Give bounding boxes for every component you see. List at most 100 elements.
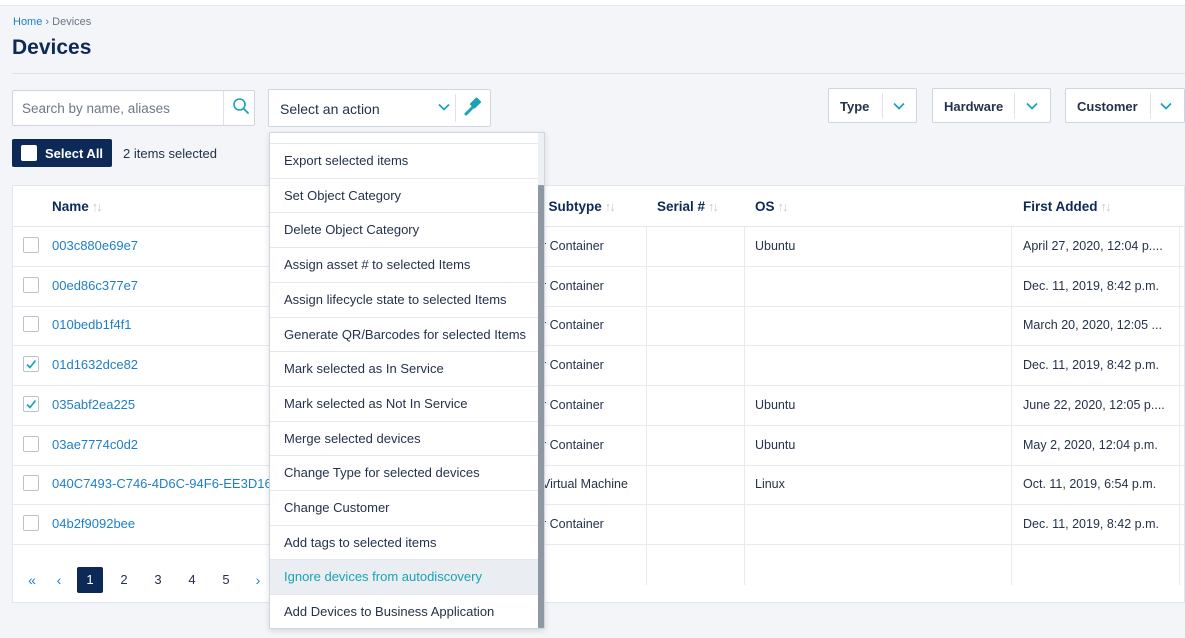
- page-button-1[interactable]: 1: [77, 567, 103, 593]
- action-menu-item[interactable]: Mark selected as Not In Service: [270, 385, 538, 421]
- row-checkbox[interactable]: [23, 395, 39, 412]
- search-box: [12, 90, 255, 126]
- column-header-subtype[interactable]: l Subtype ↑↓: [541, 199, 616, 214]
- filter-type-label: Type: [840, 99, 870, 114]
- action-select-label: Select an action: [280, 101, 380, 117]
- cell-first-added: March 20, 2020, 12:05 ...: [1023, 318, 1162, 333]
- table-row[interactable]: 040C7493-C746-4D6C-94F6-EE3D16 Virtual Ma…: [13, 465, 1184, 506]
- action-menu: Export selected items Set Object Category…: [269, 132, 545, 629]
- table-row[interactable]: 010bedb1f4f1 r Container March 20, 2020, 1…: [13, 306, 1184, 347]
- action-menu-item[interactable]: Assign lifecycle state to selected Items: [270, 281, 538, 317]
- action-menu-item[interactable]: Add Devices to Business Application: [270, 594, 538, 628]
- cell-first-added: Oct. 11, 2019, 6:54 p.m.: [1023, 477, 1157, 492]
- table-row[interactable]: 035abf2ea225 r Container Ubuntu June 22, 20…: [13, 386, 1184, 426]
- filter-separator: [1150, 93, 1151, 118]
- sort-icon[interactable]: ↑↓: [92, 199, 103, 214]
- column-divider: [1011, 227, 1012, 585]
- device-name-link[interactable]: 00ed86c377e7: [52, 278, 274, 293]
- search-icon[interactable]: [232, 97, 250, 115]
- action-menu-item[interactable]: Delete Object Category: [270, 212, 538, 247]
- gavel-icon[interactable]: [462, 96, 484, 118]
- device-name-link[interactable]: 035abf2ea225: [52, 397, 274, 412]
- filter-hardware[interactable]: Hardware: [932, 88, 1051, 123]
- row-checkbox[interactable]: [23, 514, 39, 531]
- search-input[interactable]: [13, 91, 223, 125]
- first-page-button[interactable]: «: [19, 567, 45, 593]
- action-menu-item[interactable]: Merge selected devices: [270, 420, 538, 456]
- table-row[interactable]: 03ae7774c0d2 r Container Ubuntu May 2, 2020…: [13, 426, 1184, 466]
- filter-type[interactable]: Type: [828, 88, 917, 123]
- column-divider: [1179, 227, 1180, 585]
- chevron-down-icon: [893, 102, 905, 110]
- action-menu-item[interactable]: Ignore devices from autodiscovery: [270, 559, 538, 595]
- breadcrumb-home-link[interactable]: Home: [13, 16, 42, 28]
- device-name-link[interactable]: 01d1632dce82: [52, 357, 274, 372]
- devices-table: Name ↑↓ l Subtype ↑↓ Serial # ↑↓ OS ↑↓ First…: [12, 185, 1185, 603]
- filter-separator: [882, 93, 883, 118]
- cell-first-added: Dec. 11, 2019, 8:42 p.m.: [1023, 278, 1159, 293]
- page-button-4[interactable]: 4: [179, 567, 205, 593]
- action-menu-item[interactable]: Add tags to selected items: [270, 524, 538, 560]
- sort-icon[interactable]: ↑↓: [778, 199, 789, 214]
- row-checkbox[interactable]: [23, 435, 39, 452]
- select-all-label: Select All: [45, 146, 104, 161]
- sort-icon[interactable]: ↑↓: [1101, 199, 1112, 214]
- action-menu-item[interactable]: Change Customer: [270, 490, 538, 525]
- action-separator: [455, 94, 456, 122]
- table-row[interactable]: 04b2f9092bee r Container Dec. 11, 2019, 8:…: [13, 505, 1184, 545]
- action-menu-item[interactable]: Set Object Category: [270, 177, 538, 213]
- row-checkbox[interactable]: [23, 356, 39, 373]
- table-row[interactable]: 00ed86c377e7 r Container Dec. 11, 2019, 8:…: [13, 267, 1184, 307]
- cell-first-added: Dec. 11, 2019, 8:42 p.m.: [1023, 358, 1159, 373]
- action-select[interactable]: Select an action: [268, 89, 491, 127]
- column-header-name[interactable]: Name ↑↓: [52, 199, 103, 214]
- cell-os: Linux: [755, 477, 785, 492]
- pagination: « ‹ 1 2 3 4 5 ›: [13, 556, 313, 596]
- action-menu-item[interactable]: Export selected items: [270, 143, 538, 178]
- action-menu-item[interactable]: Generate QR/Barcodes for selected Items: [270, 316, 538, 352]
- device-name-link[interactable]: 04b2f9092bee: [52, 516, 274, 531]
- breadcrumb-separator: ›: [45, 16, 50, 28]
- cell-os: Ubuntu: [755, 239, 796, 253]
- row-checkbox[interactable]: [23, 316, 39, 333]
- sort-icon[interactable]: ↑↓: [708, 199, 719, 214]
- menu-scrollbar-thumb[interactable]: [538, 185, 544, 628]
- select-all-button[interactable]: Select All: [12, 139, 112, 167]
- title-divider: [12, 73, 1185, 74]
- column-header-os[interactable]: OS ↑↓: [755, 199, 789, 214]
- table-row[interactable]: 01d1632dce82 r Container Dec. 11, 2019, 8:…: [13, 346, 1184, 387]
- page-button-5[interactable]: 5: [213, 567, 239, 593]
- column-divider: [646, 227, 647, 585]
- sort-icon[interactable]: ↑↓: [605, 199, 616, 214]
- device-name-link[interactable]: 03ae7774c0d2: [52, 437, 274, 452]
- device-name-link[interactable]: 040C7493-C746-4D6C-94F6-EE3D16: [52, 476, 274, 491]
- prev-page-button[interactable]: ‹: [46, 567, 72, 593]
- row-checkbox[interactable]: [23, 237, 39, 253]
- cell-subtype: r Container: [542, 397, 604, 412]
- row-checkbox[interactable]: [23, 475, 39, 492]
- page-button-2[interactable]: 2: [111, 567, 137, 593]
- column-header-serial[interactable]: Serial # ↑↓: [657, 199, 719, 214]
- column-header-name-label: Name: [52, 199, 89, 214]
- cell-os: Ubuntu: [755, 437, 796, 452]
- device-name-link[interactable]: 010bedb1f4f1: [52, 317, 274, 332]
- table-row[interactable]: 003c880e69e7 r Container Ubuntu April 27, 2…: [13, 227, 1184, 267]
- action-menu-item[interactable]: Change Type for selected devices: [270, 455, 538, 490]
- filter-customer[interactable]: Customer: [1065, 88, 1185, 123]
- column-header-first-added[interactable]: First Added ↑↓: [1023, 199, 1112, 214]
- chevron-down-icon: [1026, 102, 1038, 110]
- cell-first-added: June 22, 2020, 12:05 p....: [1023, 397, 1165, 412]
- cell-subtype: r Container: [542, 278, 604, 293]
- checkmark-icon: [26, 360, 37, 369]
- cell-subtype: r Container: [542, 516, 604, 531]
- column-header-subtype-label: l Subtype: [541, 199, 602, 214]
- next-page-button[interactable]: ›: [245, 567, 271, 593]
- device-name-link[interactable]: 003c880e69e7: [52, 238, 274, 253]
- action-menu-item[interactable]: Assign asset # to selected Items: [270, 247, 538, 282]
- page-button-3[interactable]: 3: [145, 567, 171, 593]
- select-all-checkbox[interactable]: [21, 145, 37, 161]
- action-menu-item[interactable]: Mark selected as In Service: [270, 351, 538, 386]
- row-checkbox[interactable]: [23, 276, 39, 293]
- filter-separator: [1014, 93, 1015, 118]
- cell-first-added: Dec. 11, 2019, 8:42 p.m.: [1023, 516, 1159, 531]
